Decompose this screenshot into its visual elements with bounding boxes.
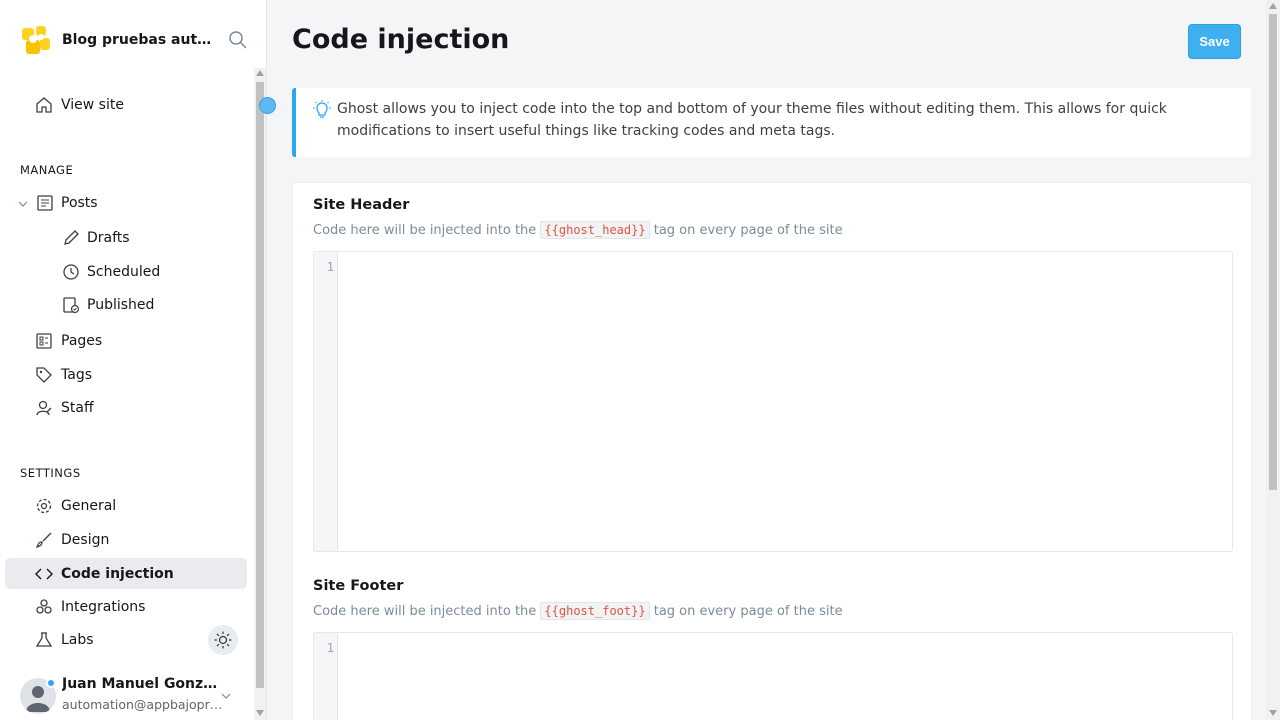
site-header-description: Code here will be injected into the {{gh… (313, 221, 843, 239)
brand[interactable]: Blog pruebas auto... (20, 24, 212, 56)
line-number: 1 (326, 260, 334, 274)
pencil-icon (64, 229, 79, 245)
tag-icon (36, 366, 52, 383)
user-menu[interactable]: Juan Manuel Gonzále... automation@appbaj… (20, 676, 260, 716)
nav-tags[interactable]: Tags (5, 359, 247, 390)
nav-staff-label: Staff (61, 399, 94, 416)
nav-posts[interactable]: Posts (28, 187, 247, 218)
user-email: automation@appbajopru... (62, 697, 224, 712)
sidebar: Blog pruebas auto... View site MANAGE Po… (0, 0, 267, 720)
nav-view-site-label: View site (61, 96, 124, 113)
theme-toggle[interactable] (208, 625, 238, 655)
nav-labs[interactable]: Labs (5, 624, 200, 655)
scroll-up-arrow-icon[interactable] (256, 70, 264, 76)
manage-section-title: MANAGE (20, 163, 74, 177)
chevron-down-icon (221, 693, 231, 699)
line-number: 1 (326, 641, 334, 655)
main-scrollbar-thumb[interactable] (1269, 14, 1277, 490)
sun-icon (214, 631, 232, 649)
user-name: Juan Manuel Gonzále... (62, 676, 224, 692)
nav-published[interactable]: Published (5, 289, 247, 320)
nav-scheduled[interactable]: Scheduled (5, 256, 247, 287)
nav-integrations-label: Integrations (61, 598, 146, 615)
scroll-up-arrow-icon[interactable] (1269, 3, 1277, 9)
nav-design-label: Design (61, 531, 110, 548)
nav-integrations[interactable]: Integrations (5, 591, 247, 622)
search-icon[interactable] (228, 30, 248, 50)
nav-code-injection-label: Code injection (61, 565, 174, 582)
site-footer-gutter: 1 (314, 633, 338, 720)
site-footer-description: Code here will be injected into the {{gh… (313, 602, 843, 620)
sidebar-scrollbar-thumb[interactable] (256, 82, 264, 688)
ghost-head-tag: {{ghost_head}} (540, 221, 650, 239)
home-icon (36, 96, 52, 113)
ghost-foot-tag: {{ghost_foot}} (540, 602, 650, 620)
nav-scheduled-label: Scheduled (87, 263, 161, 280)
nav-code-injection[interactable]: Code injection (5, 558, 247, 589)
code-injection-card: Site Header Code here will be injected i… (292, 182, 1252, 720)
integrations-icon (36, 598, 52, 614)
site-title: Blog pruebas auto... (62, 32, 212, 48)
nav-general[interactable]: General (5, 490, 247, 521)
nav-pages-label: Pages (61, 332, 103, 349)
nav-view-site[interactable]: View site (5, 89, 247, 120)
nav-labs-label: Labs (61, 631, 94, 648)
scroll-down-arrow-icon[interactable] (1269, 710, 1277, 716)
clock-icon (63, 263, 79, 280)
site-footer-title: Site Footer (313, 578, 404, 594)
callout-text: Ghost allows you to inject code into the… (337, 101, 1167, 139)
nav-drafts[interactable]: Drafts (5, 222, 247, 253)
sidebar-scrollbar[interactable] (254, 68, 266, 720)
nav-design[interactable]: Design (5, 524, 247, 555)
nav-drafts-label: Drafts (87, 229, 130, 246)
main-scrollbar[interactable] (1266, 0, 1280, 720)
flask-icon (35, 631, 53, 647)
nav-general-label: General (61, 497, 117, 514)
site-footer-editor[interactable]: 1 (313, 632, 1233, 720)
page-title: Code injection (292, 24, 510, 55)
lightbulb-icon (313, 100, 331, 118)
save-button[interactable]: Save (1188, 24, 1241, 59)
nav-tags-label: Tags (61, 366, 92, 383)
scroll-down-arrow-icon[interactable] (256, 710, 264, 716)
notification-dot (46, 678, 56, 688)
gear-icon (36, 498, 52, 513)
site-header-desc-before: Code here will be injected into the (313, 223, 537, 238)
site-header-gutter: 1 (314, 252, 338, 551)
settings-section-title: SETTINGS (20, 466, 81, 480)
brush-icon (35, 532, 52, 548)
site-header-desc-after: tag on every page of the site (653, 223, 843, 238)
site-logo-icon (22, 26, 50, 54)
staff-icon (36, 400, 52, 415)
nav-posts-label: Posts (61, 194, 98, 211)
nav-staff[interactable]: Staff (5, 392, 247, 423)
info-callout: Ghost allows you to inject code into the… (292, 88, 1251, 157)
pages-icon (36, 332, 52, 349)
site-footer-desc-after: tag on every page of the site (653, 604, 843, 619)
nav-pages[interactable]: Pages (5, 325, 247, 356)
nav-published-label: Published (87, 296, 155, 313)
site-footer-desc-before: Code here will be injected into the (313, 604, 537, 619)
site-header-editor[interactable]: 1 (313, 251, 1233, 552)
posts-icon (37, 194, 53, 211)
published-icon (63, 296, 80, 313)
code-icon (35, 568, 53, 579)
site-header-title: Site Header (313, 197, 410, 213)
sidebar-resize-handle[interactable] (259, 97, 276, 114)
